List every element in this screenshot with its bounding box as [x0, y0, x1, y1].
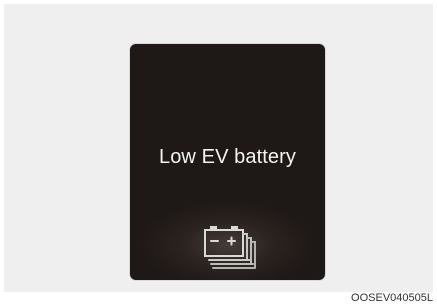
- stacked-battery-icon: [204, 226, 256, 269]
- figure-panel: Low EV battery: [4, 4, 433, 292]
- warning-display-screen: Low EV battery: [130, 44, 325, 280]
- warning-message: Low EV battery: [158, 146, 297, 168]
- figure-caption: OOSEV040505L: [351, 292, 433, 304]
